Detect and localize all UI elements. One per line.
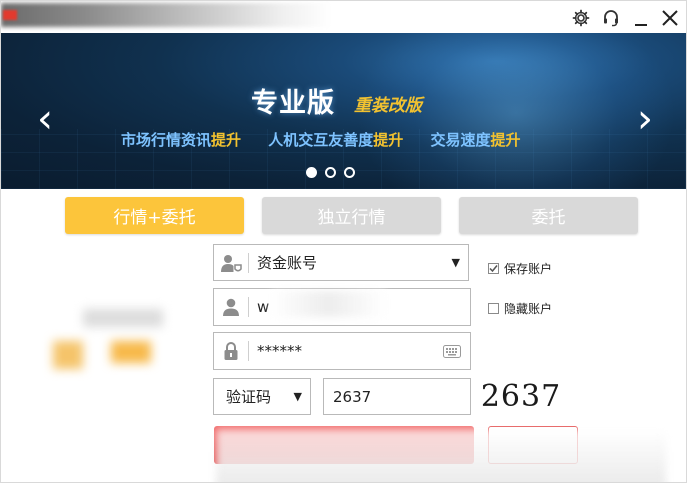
banner-dot-2[interactable]: [325, 167, 336, 178]
field-separator: [248, 341, 249, 361]
close-icon: [661, 9, 679, 27]
blurred-bottom-area: [216, 429, 666, 482]
banner-dot-1[interactable]: [306, 167, 317, 178]
feature-trade-speed: 交易速度提升: [430, 131, 521, 149]
password-value: ******: [257, 342, 302, 360]
minimize-button[interactable]: [630, 7, 652, 29]
promo-banner: 专业版 重装改版 市场行情资讯提升 人机交互友善度提升 交易速度提升 ‹ ›: [1, 33, 686, 189]
tab-orders[interactable]: 委托: [459, 197, 638, 234]
user-icon: [214, 297, 248, 317]
hide-account-label: 隐藏账户: [504, 302, 553, 316]
field-separator: [248, 252, 249, 273]
blurred-account-number: [271, 291, 386, 317]
captcha-image[interactable]: 2637: [481, 377, 560, 415]
field-separator: [248, 297, 249, 317]
feature-market-info: 市场行情资讯提升: [121, 131, 242, 149]
lock-icon: [214, 341, 248, 361]
close-button[interactable]: [659, 7, 681, 29]
verify-type-select[interactable]: 验证码 ▼: [213, 378, 311, 415]
account-type-select[interactable]: 资金账号 ▼: [213, 244, 469, 281]
verify-type-value: 验证码: [226, 388, 272, 406]
caret-down-icon[interactable]: ▼: [452, 256, 460, 269]
banner-dot-3[interactable]: [344, 167, 355, 178]
checkbox-checked-icon: [488, 263, 499, 274]
banner-pagination: [306, 167, 355, 178]
account-type-value: 资金账号: [257, 254, 318, 272]
settings-button[interactable]: [570, 7, 592, 29]
gear-icon: [572, 9, 590, 27]
banner-features: 市场行情资讯提升 人机交互友善度提升 交易速度提升: [121, 129, 543, 150]
banner-subtitle: 重装改版: [354, 96, 422, 116]
save-account-checkbox[interactable]: 保存账户: [488, 260, 552, 277]
caret-down-icon[interactable]: ▼: [294, 390, 302, 403]
user-shield-icon: [214, 253, 248, 273]
tab-standalone-quotes[interactable]: 独立行情: [262, 197, 441, 234]
banner-title: 专业版: [251, 88, 335, 119]
customer-service-button[interactable]: [600, 7, 622, 29]
blurred-broker-logo: [53, 301, 173, 376]
minimize-icon: [633, 9, 649, 27]
tab-quotes-and-orders[interactable]: 行情+委托: [65, 197, 244, 234]
banner-next-arrow[interactable]: ›: [635, 99, 655, 139]
headset-icon: [602, 9, 620, 27]
verify-code-value: 2637: [333, 387, 372, 406]
banner-prev-arrow[interactable]: ‹: [35, 99, 55, 139]
keyboard-icon[interactable]: [443, 344, 461, 358]
login-window: 专业版 重装改版 市场行情资讯提升 人机交互友善度提升 交易速度提升 ‹ › 行…: [0, 0, 687, 483]
title-bar: [1, 1, 686, 33]
app-logo-mark: [3, 10, 17, 20]
save-account-label: 保存账户: [504, 262, 553, 276]
blurred-title: [1, 3, 331, 27]
feature-interaction: 人机交互友善度提升: [268, 131, 404, 149]
checkbox-unchecked-icon: [488, 303, 499, 314]
hide-account-checkbox[interactable]: 隐藏账户: [488, 300, 552, 317]
verify-code-input[interactable]: 2637: [323, 378, 471, 415]
password-input[interactable]: ******: [213, 332, 471, 370]
